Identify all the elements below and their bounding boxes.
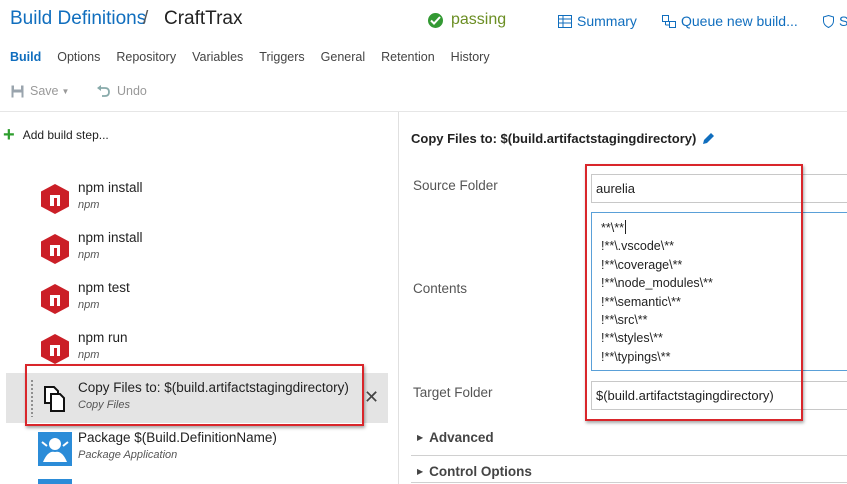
task-name: npm install [78,180,143,195]
tab-general[interactable]: General [321,46,365,68]
remove-task-close-icon[interactable]: ✕ [364,387,379,408]
save-dropdown-chevron-icon[interactable]: ▼ [62,87,70,96]
task-npm-install-1[interactable]: npm install npm [0,173,398,223]
task-partial-next [38,479,238,484]
build-status-text: passing [451,11,507,28]
tab-repository[interactable]: Repository [116,46,176,68]
source-folder-input[interactable]: aurelia [591,174,847,203]
task-name: npm install [78,230,143,245]
task-name: Package $(Build.DefinitionName) [78,430,277,445]
task-subtitle: Package Application [78,449,178,461]
add-build-step-label: Add build step... [22,128,109,142]
add-build-step-button[interactable]: + Add build step... [3,124,109,146]
contents-line: !**\semantic\** [601,294,681,309]
contents-textarea[interactable]: **\** !**\.vscode\** !**\coverage\** !**… [591,212,847,371]
breadcrumb-separator: / [143,8,149,29]
contents-line: !**\src\** [601,313,648,328]
npm-icon [41,234,69,264]
task-name: npm test [78,280,130,295]
contents-line: !**\styles\** [601,331,663,346]
task-subtitle: npm [78,199,100,211]
queue-new-build-label: Queue new build... [681,13,798,29]
definition-tabs: Build Options Repository Variables Trigg… [0,46,496,68]
task-npm-install-2[interactable]: npm install npm [0,223,398,273]
toolbar: Save ▼ Undo [0,82,847,106]
chevron-right-icon: ▶ [417,467,424,476]
security-link-label: S [839,13,847,29]
queue-build-icon [662,14,676,28]
undo-button-label: Undo [117,84,147,98]
check-circle-icon [428,12,443,28]
task-copy-files[interactable]: Copy Files to: $(build.artifactstagingdi… [6,373,388,423]
drag-handle[interactable] [30,379,34,417]
section-divider [411,482,847,483]
task-detail-title-text: Copy Files to: $(build.artifactstagingdi… [411,131,697,146]
task-subtitle: npm [78,299,100,311]
npm-icon [41,334,69,364]
save-button-label: Save [30,84,59,98]
contents-line: !**\typings\** [601,349,671,364]
task-subtitle: Copy Files [78,399,130,411]
contents-line: !**\node_modules\** [601,276,713,291]
build-status-badge: passing [428,11,506,29]
control-options-section-toggle[interactable]: ▶ Control Options [417,464,532,479]
task-subtitle: npm [78,249,100,261]
text-caret [624,220,626,234]
summary-table-icon [558,14,572,28]
control-options-label: Control Options [429,464,532,479]
npm-icon [41,184,69,214]
package-icon [38,432,72,466]
task-npm-test[interactable]: npm test npm [0,273,398,323]
save-button[interactable]: Save ▼ [11,84,69,98]
copy-files-icon [44,386,65,412]
tab-variables[interactable]: Variables [192,46,243,68]
add-plus-icon: + [3,124,15,146]
contents-label: Contents [413,281,468,296]
task-name: npm run [78,330,128,345]
advanced-label: Advanced [429,430,494,445]
task-detail-title: Copy Files to: $(build.artifactstagingdi… [411,131,715,146]
task-name: Copy Files to: $(build.artifactstagingdi… [78,380,349,395]
npm-icon [41,284,69,314]
undo-arrow-icon [97,84,110,97]
target-folder-label: Target Folder [413,385,493,400]
contents-line: !**\coverage\** [601,257,683,272]
page-title: CraftTrax [164,8,243,29]
tab-history[interactable]: History [451,46,490,68]
tab-retention[interactable]: Retention [381,46,435,68]
breadcrumb-build-definitions[interactable]: Build Definitions [10,8,146,30]
pane-divider [398,112,399,484]
section-divider [411,455,847,456]
task-package[interactable]: Package $(Build.DefinitionName) Package … [0,423,398,473]
contents-line: !**\.vscode\** [601,239,674,254]
task-npm-run[interactable]: npm run npm [0,323,398,373]
summary-link-label: Summary [577,13,637,29]
contents-line: **\** [601,220,626,235]
security-link[interactable]: S [823,13,847,29]
target-folder-input[interactable]: $(build.artifactstagingdirectory) [591,381,847,410]
tab-triggers[interactable]: Triggers [259,46,304,68]
queue-new-build-link[interactable]: Queue new build... [662,13,798,29]
task-subtitle: npm [78,349,100,361]
toolbar-divider [0,111,847,112]
summary-link[interactable]: Summary [558,13,637,29]
header: Build Definitions / CraftTrax passing Su… [0,0,847,40]
chevron-right-icon: ▶ [417,433,424,442]
tab-build[interactable]: Build [10,46,41,68]
source-folder-label: Source Folder [413,178,498,193]
undo-button[interactable]: Undo [96,84,147,98]
tab-options[interactable]: Options [57,46,100,68]
security-shield-icon [823,14,834,28]
edit-pencil-icon[interactable] [702,132,715,145]
save-disk-icon [11,85,24,97]
advanced-section-toggle[interactable]: ▶ Advanced [417,430,494,445]
